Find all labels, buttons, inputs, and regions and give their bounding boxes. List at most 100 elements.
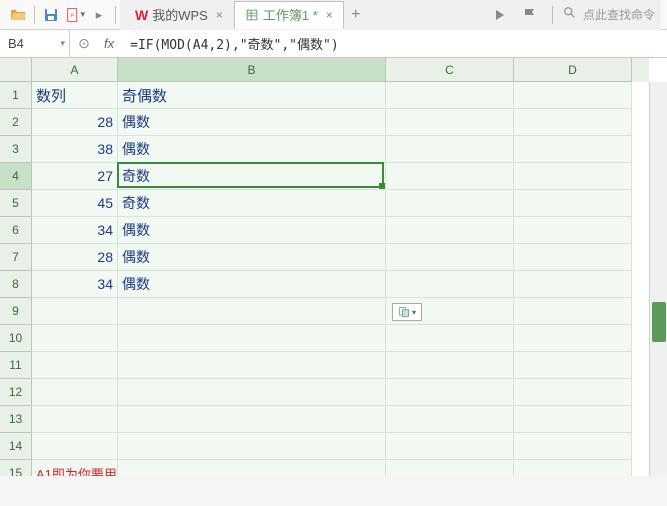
cell[interactable] [32, 352, 118, 379]
close-icon[interactable]: × [216, 8, 223, 22]
col-header-B[interactable]: B [118, 58, 386, 82]
row-header[interactable]: 15 [0, 460, 32, 476]
cell[interactable] [514, 136, 632, 163]
cell[interactable]: 偶数 [118, 136, 386, 163]
scrollbar-thumb[interactable] [652, 302, 666, 342]
row-header[interactable]: 7 [0, 244, 32, 271]
cell[interactable] [118, 298, 386, 325]
add-tab-button[interactable]: + [344, 6, 368, 24]
cell[interactable] [386, 217, 514, 244]
cell[interactable] [32, 325, 118, 352]
row-header[interactable]: 3 [0, 136, 32, 163]
cell[interactable] [514, 217, 632, 244]
cell[interactable] [386, 271, 514, 298]
cell[interactable] [514, 109, 632, 136]
cell[interactable] [32, 298, 118, 325]
row-header[interactable]: 10 [0, 325, 32, 352]
cell[interactable] [514, 406, 632, 433]
cell[interactable] [386, 406, 514, 433]
cell[interactable] [386, 190, 514, 217]
vertical-scrollbar[interactable] [649, 82, 667, 476]
cell[interactable] [514, 433, 632, 460]
cell[interactable] [514, 163, 632, 190]
row-header[interactable]: 1 [0, 82, 32, 109]
formula-input[interactable]: =IF(MOD(A4,2),"奇数","偶数") [120, 34, 649, 53]
cell[interactable]: 34 [32, 217, 118, 244]
cell[interactable] [386, 109, 514, 136]
cell[interactable]: 偶数 [118, 244, 386, 271]
cell[interactable] [514, 82, 632, 109]
cell[interactable] [514, 244, 632, 271]
search-input[interactable]: 点此查找命令 [583, 6, 655, 23]
cell[interactable] [32, 406, 118, 433]
cell[interactable]: 偶数 [118, 217, 386, 244]
cell[interactable] [118, 433, 386, 460]
cell[interactable] [514, 190, 632, 217]
flag-icon[interactable] [520, 5, 540, 25]
cell[interactable]: 偶数 [118, 271, 386, 298]
cell[interactable] [514, 460, 632, 476]
row-header[interactable]: 9 [0, 298, 32, 325]
fx-button[interactable]: fx [98, 36, 120, 51]
row-header[interactable]: 8 [0, 271, 32, 298]
cell[interactable]: 28 [32, 244, 118, 271]
chevron-down-icon[interactable]: ▾ [60, 38, 65, 49]
target-icon[interactable]: ⊙ [70, 35, 98, 52]
cell[interactable] [118, 352, 386, 379]
cell[interactable] [386, 82, 514, 109]
cell[interactable]: 数列 [32, 82, 118, 109]
select-all-corner[interactable] [0, 58, 32, 82]
play-icon[interactable] [490, 5, 510, 25]
cell[interactable] [514, 271, 632, 298]
cell[interactable] [32, 433, 118, 460]
cell[interactable]: 奇偶数 [118, 82, 386, 109]
search-icon[interactable] [563, 6, 577, 23]
cell[interactable] [386, 352, 514, 379]
cell[interactable]: 27 [32, 163, 118, 190]
row-header[interactable]: 6 [0, 217, 32, 244]
cell[interactable] [514, 352, 632, 379]
cell[interactable]: 34 [32, 271, 118, 298]
cell[interactable] [386, 460, 514, 476]
row-header[interactable]: 5 [0, 190, 32, 217]
cell[interactable] [386, 325, 514, 352]
col-header-C[interactable]: C [386, 58, 514, 82]
cell[interactable] [386, 163, 514, 190]
cell[interactable]: 28 [32, 109, 118, 136]
cell[interactable]: 偶数 [118, 109, 386, 136]
tab-workbook[interactable]: 工作簿1 * × [234, 1, 344, 29]
cell[interactable] [386, 244, 514, 271]
col-header-D[interactable]: D [514, 58, 632, 82]
cell-grid[interactable]: 数列奇偶数28偶数38偶数27奇数45奇数34偶数28偶数34偶数A1即为你要用… [32, 82, 649, 476]
cell[interactable]: 奇数 [118, 163, 386, 190]
cell[interactable] [118, 379, 386, 406]
cell[interactable] [118, 325, 386, 352]
cell[interactable] [32, 379, 118, 406]
row-header[interactable]: 12 [0, 379, 32, 406]
cell[interactable] [118, 460, 386, 476]
cell[interactable]: 38 [32, 136, 118, 163]
cell[interactable] [118, 406, 386, 433]
row-header[interactable]: 11 [0, 352, 32, 379]
close-icon[interactable]: × [326, 8, 333, 22]
cell[interactable]: A1即为你要用到的日期 [32, 460, 118, 476]
cell[interactable] [386, 136, 514, 163]
pdf-icon[interactable]: P▾ [65, 5, 85, 25]
cell[interactable] [514, 298, 632, 325]
open-icon[interactable] [8, 5, 28, 25]
cell[interactable] [386, 379, 514, 406]
cell[interactable] [514, 379, 632, 406]
cell[interactable] [514, 325, 632, 352]
cell[interactable]: 45 [32, 190, 118, 217]
cell[interactable] [386, 433, 514, 460]
row-header[interactable]: 14 [0, 433, 32, 460]
row-header[interactable]: 13 [0, 406, 32, 433]
row-header[interactable]: 4 [0, 163, 32, 190]
save-icon[interactable] [41, 5, 61, 25]
more-icon[interactable]: ▸ [89, 5, 109, 25]
paste-options-button[interactable]: ▾ [392, 303, 422, 321]
cell[interactable]: 奇数 [118, 190, 386, 217]
col-header-A[interactable]: A [32, 58, 118, 82]
tab-wps-home[interactable]: W 我的WPS × [124, 1, 234, 29]
name-box[interactable]: B4 ▾ [0, 30, 70, 57]
